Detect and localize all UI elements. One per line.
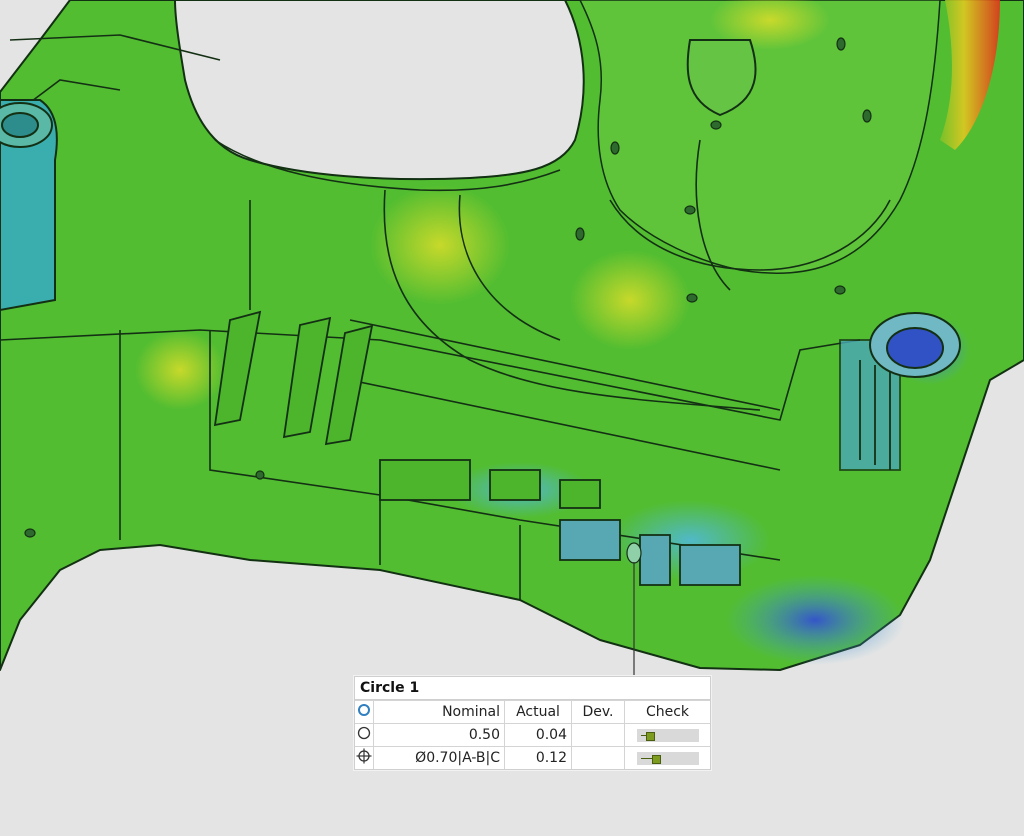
- callout-table: Nominal Actual Dev. Check 0.50 0.04 Ø0.7…: [355, 700, 710, 769]
- dev-value: [571, 723, 625, 747]
- callout-title: Circle 1: [355, 677, 710, 700]
- position-crosshair-icon: [355, 746, 374, 769]
- actual-value: 0.12: [504, 746, 572, 769]
- check-bar-line: [640, 757, 652, 759]
- actual-header: Actual: [504, 700, 572, 724]
- dev-header: Dev.: [571, 700, 625, 724]
- check-cell: [624, 723, 710, 747]
- circle-feature-icon[interactable]: [355, 700, 374, 724]
- check-cell: [624, 746, 710, 769]
- check-bar-marker: [645, 731, 655, 741]
- dev-value: [571, 746, 625, 769]
- callout-row-position[interactable]: Ø0.70|A-B|C 0.12: [355, 746, 710, 769]
- part-body: [0, 0, 1024, 671]
- callout-row-circularity[interactable]: 0.50 0.04: [355, 723, 710, 747]
- callout-header-row: Nominal Actual Dev. Check: [355, 700, 710, 724]
- actual-value: 0.04: [504, 723, 572, 747]
- nominal-value: Ø0.70|A-B|C: [373, 746, 505, 769]
- circle-outline-icon: [355, 723, 374, 747]
- check-bar-marker: [651, 754, 661, 764]
- check-bar: [636, 751, 699, 765]
- nominal-header: Nominal: [373, 700, 505, 724]
- check-header: Check: [624, 700, 710, 724]
- nominal-value: 0.50: [373, 723, 505, 747]
- check-bar: [636, 728, 699, 742]
- measurement-callout[interactable]: Circle 1 Nominal Actual Dev. Check 0.50 …: [354, 676, 711, 770]
